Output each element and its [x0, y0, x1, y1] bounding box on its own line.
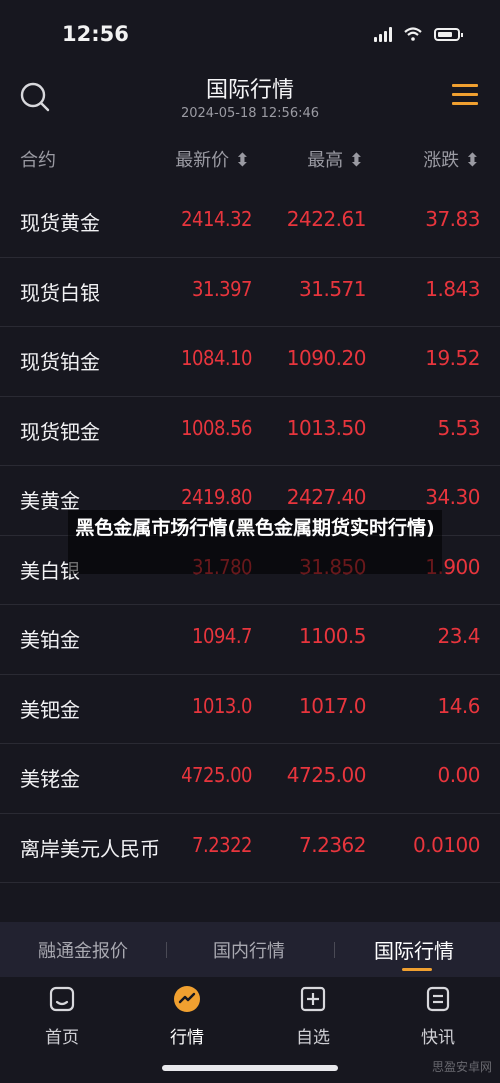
- row-change: 5.53: [437, 415, 480, 440]
- status-icons: [374, 26, 463, 42]
- tab-news-label: 快讯: [421, 1028, 455, 1048]
- page-title: 国际行情: [205, 78, 294, 103]
- row-change: 19.52: [425, 346, 480, 370]
- row-name: 离岸美元人民币: [20, 836, 160, 861]
- subtab-international[interactable]: 国际行情: [374, 935, 454, 964]
- tab-market[interactable]: 行情: [147, 985, 227, 1048]
- column-name: 合约: [20, 150, 56, 171]
- row-change: 34.30: [425, 485, 480, 509]
- row-change: 37.83: [425, 207, 480, 231]
- row-name: 现货铂金: [20, 350, 100, 374]
- sort-latest-button[interactable]: 最新价 ⬍: [175, 146, 250, 172]
- row-name: 美铑金: [20, 767, 80, 791]
- table-row[interactable]: 现货铂金 1084.10 1090.20 19.52: [0, 327, 500, 397]
- battery-icon: [434, 27, 463, 41]
- row-change: 0.00: [437, 763, 480, 787]
- market-trend-icon: [174, 986, 200, 1012]
- table-row[interactable]: 离岸美元人民币 7.2322 7.2362 0.0100: [0, 814, 500, 883]
- tab-watchlist[interactable]: 自选: [273, 985, 353, 1048]
- active-subtab-indicator: [402, 968, 432, 971]
- row-change: 23.4: [437, 624, 480, 648]
- row-name: 现货白银: [20, 280, 100, 305]
- row-latest: 1094.7: [192, 624, 252, 648]
- row-name: 美铂金: [20, 628, 80, 652]
- caption-overlay: 黑色金属市场行情(黑色金属期货实时行情): [68, 510, 442, 574]
- row-high: 1090.20: [286, 346, 367, 370]
- table-header: 合约 最新价 ⬍ 最高 ⬍ 涨跌 ⬍: [0, 140, 500, 180]
- add-watchlist-icon: [300, 986, 326, 1012]
- watermark: 思盈安卓网: [431, 1060, 492, 1074]
- wifi-icon: [404, 27, 422, 41]
- status-time: 12:56: [62, 22, 129, 46]
- row-change: 0.0100: [413, 832, 480, 857]
- row-high: 1100.5: [299, 624, 366, 648]
- row-latest: 2414.32: [181, 207, 252, 231]
- sort-change-button[interactable]: 涨跌 ⬍: [423, 146, 480, 172]
- tab-home[interactable]: 首页: [22, 985, 102, 1048]
- subtab-rongtong-quote[interactable]: 融通金报价: [38, 937, 128, 963]
- row-latest: 1013.0: [192, 693, 252, 718]
- row-name: 现货钯金: [20, 419, 100, 444]
- market-subtabs: 融通金报价 国内行情 国际行情: [0, 922, 500, 977]
- menu-icon[interactable]: [452, 84, 478, 108]
- row-latest: 2419.80: [181, 485, 252, 509]
- subtab-domestic[interactable]: 国内行情: [213, 937, 285, 963]
- subtab-divider: [334, 942, 335, 958]
- row-latest: 7.2322: [192, 832, 252, 857]
- table-row[interactable]: 美钯金 1013.0 1017.0 14.6: [0, 675, 500, 744]
- table-row[interactable]: 美铂金 1094.7 1100.5 23.4: [0, 605, 500, 675]
- row-high: 2427.40: [286, 485, 367, 509]
- row-high: 2422.61: [286, 207, 367, 231]
- row-name: 美钯金: [20, 697, 80, 722]
- row-high: 7.2362: [299, 832, 366, 857]
- tab-watchlist-label: 自选: [296, 1028, 330, 1048]
- home-indicator[interactable]: [162, 1065, 338, 1071]
- row-high: 1013.50: [286, 415, 367, 440]
- tab-market-label: 行情: [170, 1028, 204, 1048]
- table-row[interactable]: 现货黄金 2414.32 2422.61 37.83: [0, 188, 500, 258]
- table-row[interactable]: 现货钯金 1008.56 1013.50 5.53: [0, 397, 500, 466]
- row-high: 4725.00: [286, 763, 367, 787]
- table-row[interactable]: 美铑金 4725.00 4725.00 0.00: [0, 744, 500, 814]
- page-header: 国际行情 2024-05-18 12:56:46: [0, 70, 500, 130]
- row-change: 1.843: [425, 276, 480, 301]
- signal-icon: [374, 26, 392, 42]
- tab-news[interactable]: 快讯: [398, 985, 478, 1048]
- subtab-divider: [166, 942, 167, 958]
- row-change: 14.6: [437, 693, 480, 718]
- tab-home-label: 首页: [45, 1028, 79, 1048]
- row-latest: 1084.10: [181, 346, 252, 370]
- status-bar: 12:56: [0, 0, 500, 70]
- row-name: 现货黄金: [20, 211, 100, 235]
- row-latest: 1008.56: [181, 415, 252, 440]
- row-latest: 4725.00: [181, 763, 252, 787]
- sort-high-button[interactable]: 最高 ⬍: [307, 146, 364, 172]
- page-timestamp: 2024-05-18 12:56:46: [180, 106, 320, 121]
- row-high: 1017.0: [299, 693, 366, 718]
- news-icon: [426, 986, 450, 1012]
- row-high: 31.571: [299, 276, 366, 301]
- row-latest: 31.397: [192, 276, 252, 301]
- home-icon: [49, 986, 75, 1012]
- table-row[interactable]: 现货白银 31.397 31.571 1.843: [0, 258, 500, 327]
